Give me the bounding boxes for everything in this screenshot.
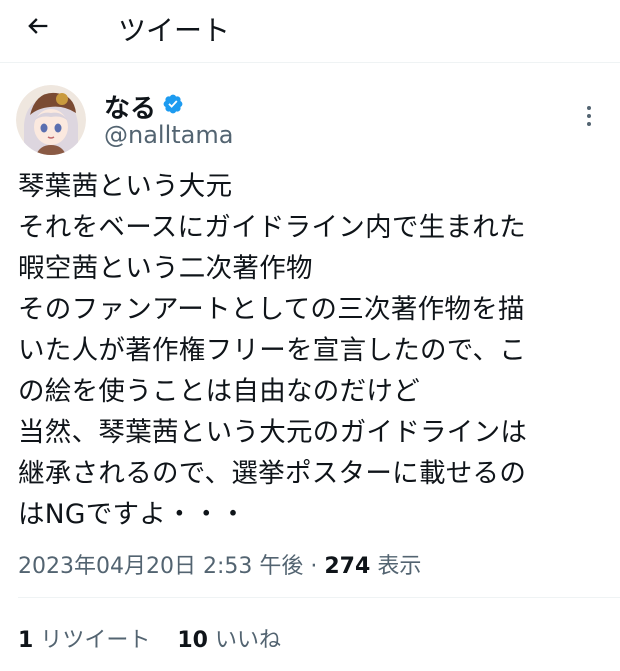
tweet-line: そのファンアートとしての三次著作物を描 (18, 294, 525, 325)
verified-badge-icon (163, 94, 183, 114)
likes-label: いいね (214, 628, 281, 653)
meta-separator: · (310, 554, 318, 579)
tweet-line: 暇空茜という二次著作物 (18, 253, 313, 284)
page-title: ツイート (118, 14, 231, 47)
engagement-stats: 1 リツイート 10 いいね (18, 622, 301, 654)
arrow-left-icon (28, 18, 48, 34)
tweet-line: 継承されるので、選挙ポスターに載せるの (18, 458, 527, 489)
retweets-count: 1 (18, 628, 34, 653)
more-options-button[interactable] (580, 102, 598, 132)
tweet-text: 琴葉茜という大元 それをベースにガイドライン内で生まれた 暇空茜という二次著作物… (18, 166, 613, 535)
views-count: 274 (324, 554, 371, 579)
retweets-label: リツイート (40, 628, 151, 653)
tweet-line: はNGですよ・・・ (18, 499, 247, 530)
timestamp-link[interactable]: 2023年04月20日 2:53 午後 (18, 554, 303, 579)
tweet-line: 琴葉茜という大元 (18, 171, 233, 202)
retweets-link[interactable]: 1 リツイート (18, 628, 150, 653)
divider (18, 597, 620, 598)
user-handle[interactable]: @nalltama (104, 121, 233, 149)
tweet-line: 当然、琴葉茜という大元のガイドラインは (18, 417, 528, 448)
divider (0, 62, 620, 63)
top-bar: ツイート (0, 0, 620, 54)
views-label: 表示 (377, 554, 422, 579)
tweet-meta: 2023年04月20日 2:53 午後 · 274 表示 (18, 548, 421, 580)
tweet-line: いた人が著作権フリーを宣言したので、こ (18, 335, 527, 366)
likes-link[interactable]: 10 いいね (177, 628, 281, 653)
likes-count: 10 (177, 628, 208, 653)
tweet-line: の絵を使うことは自由なのだけど (18, 376, 420, 407)
display-name[interactable]: なる (104, 88, 156, 125)
more-vertical-icon (587, 106, 591, 110)
back-button[interactable] (24, 8, 64, 44)
avatar[interactable] (16, 85, 86, 155)
tweet-line: それをベースにガイドライン内で生まれた (18, 212, 526, 243)
